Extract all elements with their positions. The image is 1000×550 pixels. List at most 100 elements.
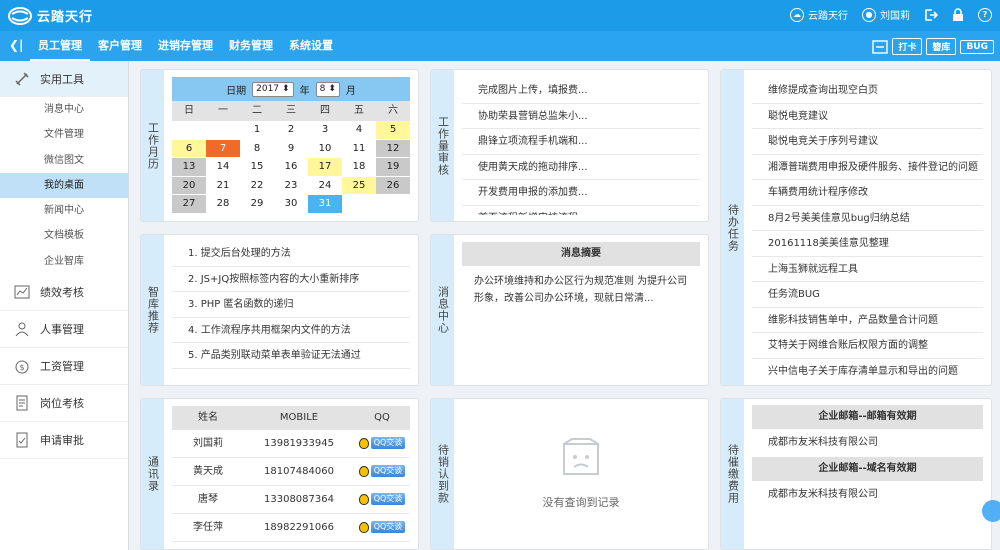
lock-icon[interactable] — [952, 7, 964, 22]
sidebar-group[interactable]: 绩效考核 — [0, 274, 128, 312]
list-item[interactable]: 上海玉狮就远程工具 — [752, 257, 983, 282]
calendar-day[interactable]: 25 — [342, 176, 376, 195]
calendar-day[interactable]: 22 — [240, 177, 274, 195]
calendar-day[interactable]: 28 — [206, 195, 240, 214]
list-item[interactable]: 鼎锋立项流程手机端和... — [462, 129, 700, 155]
user-menu[interactable]: ● 刘国莉 — [862, 7, 910, 22]
calendar-day[interactable]: 16 — [274, 158, 308, 177]
nav-item[interactable]: 员工管理 — [30, 31, 90, 61]
sidebar-item[interactable]: 我的桌面 — [0, 172, 128, 199]
list-item[interactable]: 3. PHP 匿名函数的递归 — [172, 292, 410, 318]
list-item[interactable]: 开发费用申报的添加费... — [462, 180, 700, 206]
sidebar-item[interactable]: 微信图文 — [0, 148, 128, 173]
list-item[interactable]: 聪悦电竞建议 — [752, 104, 983, 129]
qq-chat-button[interactable]: QQ交谈 — [354, 486, 410, 514]
calendar-day[interactable]: 31 — [308, 195, 342, 214]
domain-expiry-company[interactable]: 成都市友米科技有限公司 — [752, 481, 983, 509]
list-item[interactable]: 维影科技销售单中，产品数量合计问题 — [752, 308, 983, 333]
floating-action-button[interactable] — [982, 500, 1000, 522]
list-item[interactable]: 艾特关于网维合账后权限方面的调整 — [752, 333, 983, 359]
qq-chat-button[interactable]: QQ交谈 — [354, 514, 410, 542]
sidebar-item[interactable]: 文件管理 — [0, 122, 128, 147]
stepper-icon: ⬍ — [282, 84, 290, 94]
qq-chat-button[interactable]: QQ交谈 — [354, 458, 410, 486]
contact-name: 李任萍 — [193, 522, 223, 533]
bug-button[interactable]: BUG — [960, 39, 994, 54]
calendar-day[interactable]: 3 — [308, 121, 342, 140]
message-summary-text[interactable]: 办公环境维持和办公区行为规范准则 为提升公司形象，改善公司办公环境，现就日常清.… — [462, 266, 700, 314]
list-item[interactable]: 湘潭普瑞费用申报及硬件服务、接件登记的问题 — [752, 155, 983, 180]
calendar-day[interactable]: 27 — [172, 195, 206, 214]
table-row: 唐琴 13308087364 QQ交谈 — [172, 486, 410, 514]
sidebar-item[interactable]: 文档模板 — [0, 223, 128, 248]
clock-in-button[interactable]: 打卡 — [892, 38, 923, 55]
sidebar-item[interactable]: 新闻中心 — [0, 198, 128, 223]
calendar-day[interactable]: 2 — [274, 121, 308, 140]
calendar-day[interactable]: 15 — [240, 158, 274, 177]
calendar-day[interactable]: 29 — [240, 195, 274, 214]
nav-item[interactable]: 财务管理 — [221, 31, 281, 61]
calendar-day[interactable]: 4 — [342, 121, 376, 140]
calendar-day[interactable]: 17 — [308, 158, 342, 177]
nav-item[interactable]: 客户管理 — [90, 31, 150, 61]
list-item[interactable]: 8月2号美美佳意见bug归纳总结 — [752, 206, 983, 231]
list-item[interactable]: 车辆费用统计程序修改 — [752, 180, 983, 206]
list-item[interactable]: 20161118美美佳意见整理 — [752, 231, 983, 257]
collapse-sidebar-icon[interactable]: ❮| — [9, 38, 23, 52]
calendar-weekday: 日 — [172, 101, 206, 121]
calendar-day[interactable]: 9 — [274, 140, 308, 158]
year-select[interactable]: 2017 ⬍ — [252, 81, 294, 97]
calendar-day[interactable]: 12 — [376, 139, 410, 158]
list-item[interactable]: 维修提成查询出现空白页 — [752, 78, 983, 104]
sidebar-group[interactable]: $ 工资管理 — [0, 348, 128, 386]
calendar-day[interactable]: 24 — [308, 177, 342, 195]
app-link[interactable]: ☁ 云踏天行 — [790, 7, 848, 22]
calendar-day[interactable]: 14 — [206, 158, 240, 177]
library-button[interactable]: 簪库 — [926, 38, 957, 55]
list-item[interactable]: 4. 工作流程序共用框架内文件的方法 — [172, 318, 410, 343]
list-item[interactable]: 聪悦电竞关于序列号建议 — [752, 129, 983, 155]
calendar-day[interactable]: 1 — [240, 121, 274, 140]
calendar-day[interactable]: 7 — [206, 139, 240, 158]
calendar-day[interactable]: 20 — [172, 176, 206, 195]
calendar-day[interactable]: 30 — [274, 195, 308, 214]
list-item[interactable]: 5. 产品类别联动菜单表单验证无法通过 — [172, 343, 410, 369]
list-item[interactable]: 协助荣县营销总监朱小... — [462, 104, 700, 129]
list-item[interactable]: 任务流BUG — [752, 282, 983, 308]
sidebar-item[interactable]: 企业智库 — [0, 249, 128, 274]
help-icon[interactable]: ? — [978, 7, 992, 22]
list-item[interactable]: 完成图片上传，填报费... — [462, 78, 700, 104]
fullscreen-icon[interactable] — [872, 39, 889, 54]
sidebar-group[interactable]: 人事管理 — [0, 311, 128, 349]
calendar-day[interactable]: 21 — [206, 177, 240, 195]
calendar-day[interactable]: 11 — [342, 140, 376, 158]
calendar-day[interactable]: 10 — [308, 140, 342, 158]
calendar-day[interactable]: 8 — [240, 140, 274, 158]
list-item[interactable]: 2. JS+JQ按照标签内容的大小重新排序 — [172, 267, 410, 292]
month-select[interactable]: 8 ⬍ — [315, 81, 340, 97]
sidebar-group[interactable]: 申请审批 — [0, 422, 128, 460]
calendar-day[interactable]: 23 — [274, 177, 308, 195]
sidebar-group[interactable]: 岗位考核 — [0, 385, 128, 423]
sidebar-item[interactable]: 消息中心 — [0, 97, 128, 122]
list-item[interactable]: 1. 提交后台处理的方法 — [172, 241, 410, 267]
app-name: 云踏天行 — [37, 10, 94, 25]
sidebar-group[interactable]: 实用工具 — [0, 61, 128, 97]
calendar-day[interactable]: 13 — [172, 158, 206, 177]
calendar-day[interactable]: 6 — [172, 139, 206, 158]
nav-item[interactable]: 系统设置 — [281, 31, 341, 61]
calendar-day[interactable]: 5 — [376, 121, 410, 140]
mailbox-expiry-company[interactable]: 成都市友米科技有限公司 — [752, 429, 983, 457]
mailbox-expiry-title: 企业邮箱--邮箱有效期 — [752, 405, 983, 429]
logo[interactable]: 云踏天行 — [8, 6, 93, 25]
logout-icon[interactable] — [924, 8, 938, 22]
list-item[interactable]: 使用黄天成的拖动排序... — [462, 155, 700, 180]
nav-item[interactable]: 进销存管理 — [150, 31, 221, 61]
calendar-day[interactable]: 26 — [376, 176, 410, 195]
list-item[interactable]: 兴中信电子关于库存清单显示和导出的问题 — [752, 359, 983, 380]
qq-chat-button[interactable]: QQ交谈 — [354, 430, 410, 458]
calendar-day[interactable]: 19 — [376, 158, 410, 177]
list-item[interactable]: 首页流程新增审核流程... — [462, 206, 700, 216]
calendar-day[interactable]: 18 — [342, 158, 376, 177]
sidebar-group-label: 申请审批 — [40, 434, 84, 448]
